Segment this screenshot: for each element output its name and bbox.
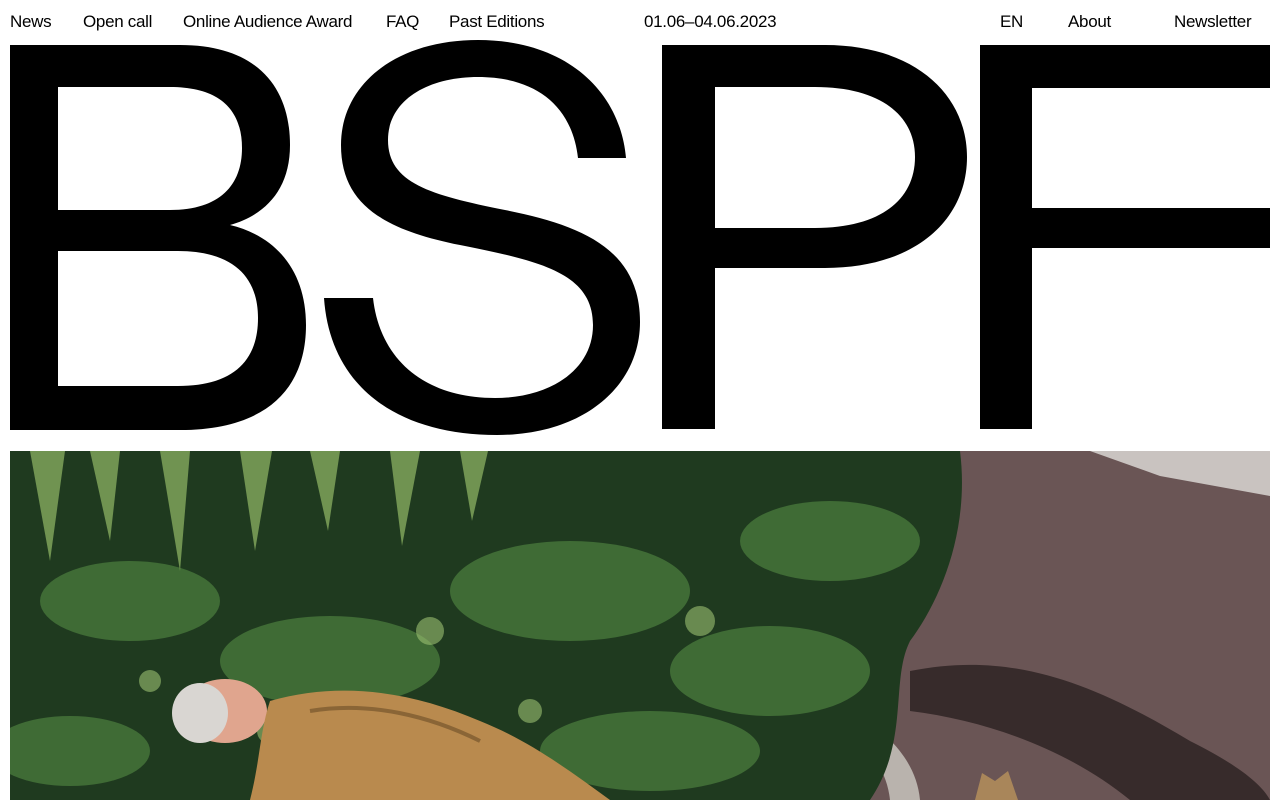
festival-dates: 01.06–04.06.2023 [644, 12, 777, 31]
hero-photo [10, 451, 1270, 800]
nav-about-link[interactable]: About [1068, 11, 1111, 33]
nav-faq-link[interactable]: FAQ [386, 11, 419, 33]
main-navigation: News Open call Online Audience Award FAQ… [0, 0, 1280, 44]
nav-news-link[interactable]: News [10, 11, 52, 33]
hero-image [10, 451, 1270, 800]
nav-past-editions-link[interactable]: Past Editions [449, 11, 545, 33]
site-logo[interactable] [10, 40, 1270, 440]
nav-newsletter-link[interactable]: Newsletter [1174, 11, 1252, 33]
language-switch-link[interactable]: EN [1000, 11, 1023, 33]
bspf-logo-wordmark [10, 40, 1270, 435]
nav-open-call-link[interactable]: Open call [83, 11, 152, 33]
nav-online-audience-award-link[interactable]: Online Audience Award [183, 11, 352, 33]
